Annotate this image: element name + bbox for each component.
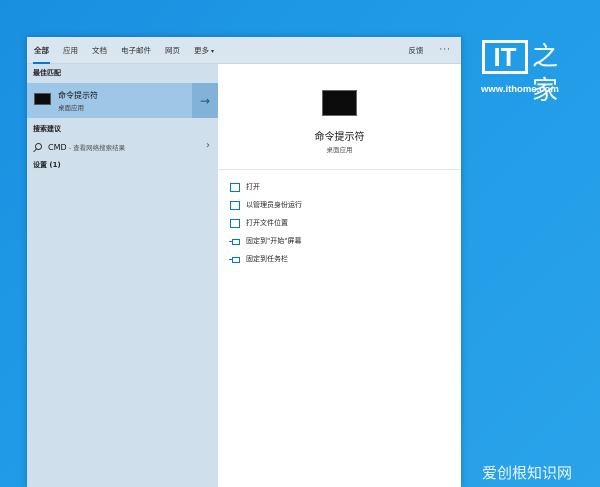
feedback-button[interactable]: 反馈 [398,45,433,56]
suggestions-header: 搜索建议 [33,125,61,133]
logo-it-mark: IT [482,40,528,74]
pin-icon [229,237,240,246]
results-pane: 最佳匹配 命令提示符 桌面应用 → 搜索建议 CMD - 查看网络搜索结果 › … [27,64,218,487]
action-open[interactable]: 打开 [230,180,260,194]
action-pin-to-start[interactable]: 固定到"开始"屏幕 [229,234,301,248]
pin-icon [229,255,240,264]
web-suggestion-item[interactable]: CMD - 查看网络搜索结果 › [27,138,218,156]
preview-title: 命令提示符 [314,132,365,143]
watermark-url: www.ithome.com [481,84,559,95]
tab-apps[interactable]: 应用 [56,37,85,64]
command-prompt-large-icon [322,90,357,116]
search-panel: 全部 应用 文档 电子邮件 网页 更多 ▾ 反馈 ··· 最佳匹配 命令提示符 桌… [27,37,461,487]
suggestion-query: CMD [48,143,67,152]
watermark-bottom: 爱创根知识网 [481,464,572,482]
command-prompt-icon [34,93,51,105]
best-match-item[interactable]: 命令提示符 桌面应用 → [27,83,218,118]
tab-all[interactable]: 全部 [27,37,56,64]
action-run-as-admin[interactable]: 以管理员身份运行 [230,198,302,212]
chevron-down-icon: ▾ [211,47,215,55]
preview-subtitle: 桌面应用 [326,146,353,154]
divider [218,169,461,170]
tab-documents[interactable]: 文档 [85,37,114,64]
action-pin-to-taskbar[interactable]: 固定到任务栏 [229,252,288,266]
suggestion-hint: - 查看网络搜索结果 [66,144,126,152]
settings-header[interactable]: 设置 (1) [33,160,61,170]
chevron-right-icon: › [206,140,210,151]
best-match-title: 命令提示符 [58,91,98,100]
search-tabs-bar: 全部 应用 文档 电子邮件 网页 更多 ▾ 反馈 ··· [27,37,461,64]
expand-arrow-button[interactable]: → [192,83,218,118]
action-open-file-location[interactable]: 打开文件位置 [230,216,288,230]
tab-web[interactable]: 网页 [158,37,187,64]
arrow-right-icon: → [199,93,211,108]
search-icon [35,143,42,150]
admin-icon [230,200,240,210]
file-location-icon [230,218,240,228]
more-options-icon[interactable]: ··· [433,45,461,55]
tab-more[interactable]: 更多 ▾ [187,37,221,64]
best-match-subtitle: 桌面应用 [58,104,84,112]
preview-pane: 命令提示符 桌面应用 打开 以管理员身份运行 打开文件位置 固定到"开始"屏幕 … [218,64,461,487]
logo-home-mark: 之家 [532,42,559,106]
open-icon [230,182,240,192]
best-match-header: 最佳匹配 [33,69,61,77]
tab-email[interactable]: 电子邮件 [114,37,158,64]
desktop-background: 全部 应用 文档 电子邮件 网页 更多 ▾ 反馈 ··· 最佳匹配 命令提示符 桌… [0,0,600,487]
